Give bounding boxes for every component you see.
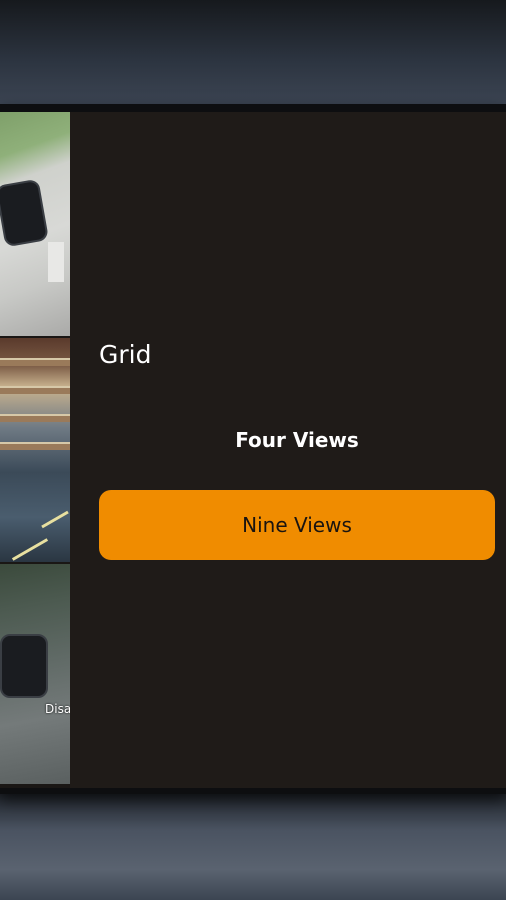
camera-feed-store[interactable]: [0, 338, 70, 562]
shelf-image: [0, 414, 70, 422]
four-views-option[interactable]: Four Views: [99, 405, 495, 475]
camera-feed-parking[interactable]: Disa: [0, 564, 70, 784]
four-views-label: Four Views: [235, 428, 359, 452]
floor-line: [11, 538, 49, 561]
camera-feed-driveway[interactable]: [0, 112, 70, 336]
panel-title: Grid: [99, 340, 152, 369]
shelf-image: [0, 442, 70, 450]
shelf-image: [0, 358, 70, 366]
shelf-image: [0, 386, 70, 394]
bin-image: [48, 242, 64, 282]
nine-views-label: Nine Views: [242, 513, 352, 537]
car-image: [0, 634, 48, 698]
tv-frame: Disa Grid Four Views Nine Views: [0, 104, 506, 794]
nine-views-option[interactable]: Nine Views: [99, 490, 495, 560]
tv-screen: Disa Grid Four Views Nine Views: [0, 112, 506, 788]
grid-menu-panel: Grid Four Views Nine Views: [70, 112, 506, 788]
floor-line: [41, 510, 69, 529]
car-image: [0, 178, 50, 248]
feed-overlay-label: Disa: [45, 702, 70, 716]
